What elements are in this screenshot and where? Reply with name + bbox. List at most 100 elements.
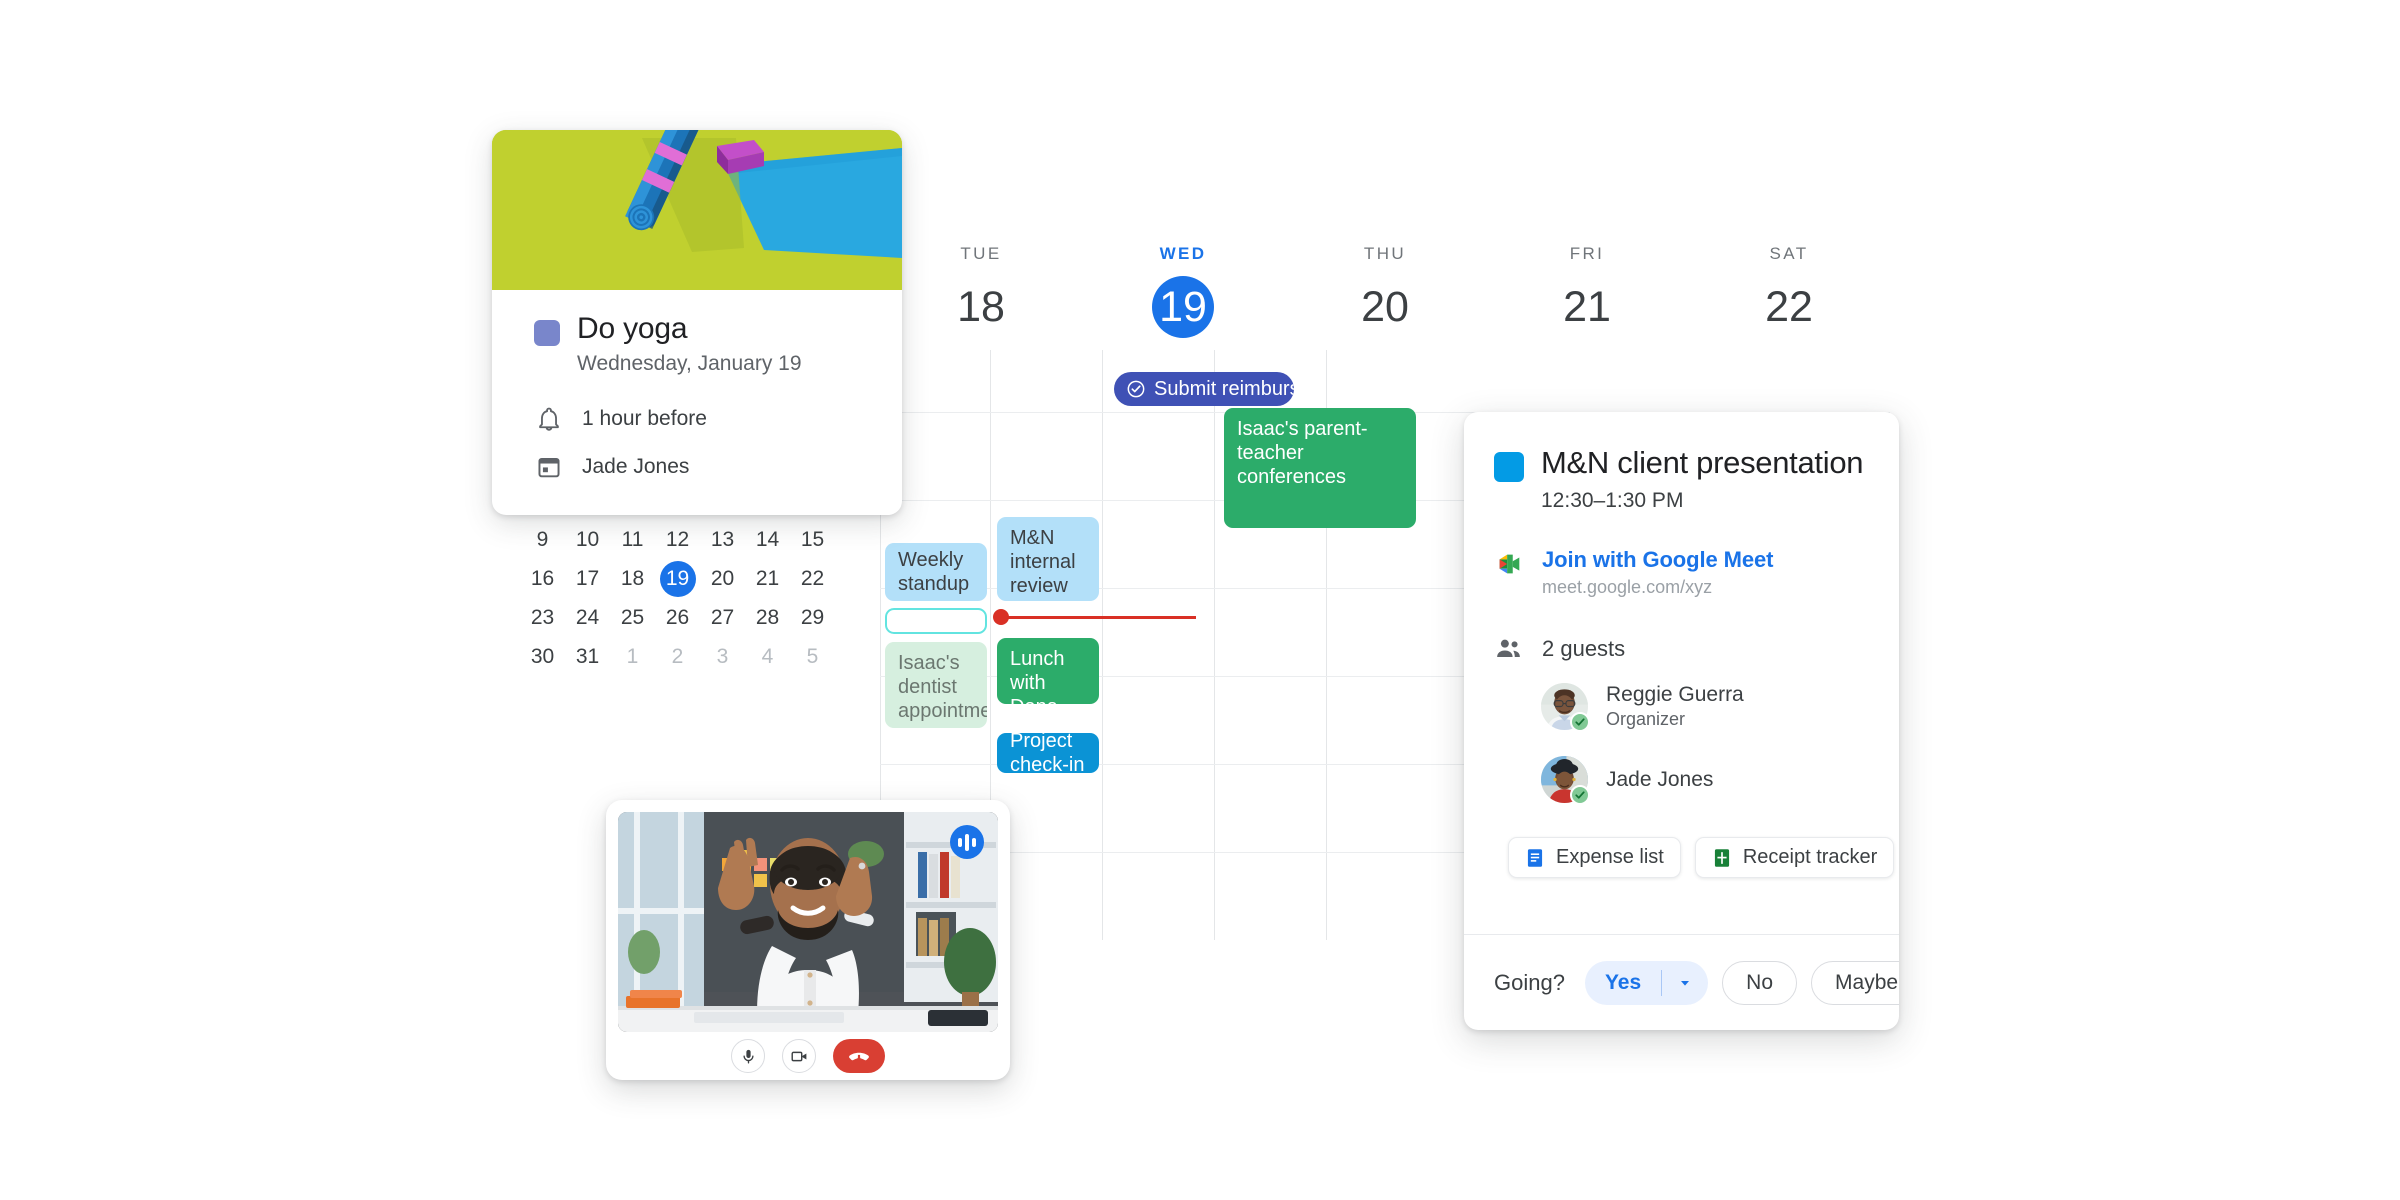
mini-day[interactable]: 13 — [700, 528, 745, 552]
mini-day[interactable]: 27 — [700, 606, 745, 630]
event-detail-card-mn-client-presentation[interactable]: M&N client presentation 12:30–1:30 PM Jo… — [1464, 412, 1899, 1030]
rsvp-footer: Going? Yes No Maybe — [1464, 934, 1899, 1030]
google-docs-icon — [1527, 848, 1543, 867]
mini-day-selected[interactable]: 19 — [655, 560, 700, 597]
mini-day-next-month[interactable]: 2 — [655, 645, 700, 669]
calendar-event-lunch-with-dana[interactable]: Lunch with Dana — [997, 638, 1099, 704]
mini-day[interactable]: 15 — [790, 528, 835, 552]
mini-day[interactable]: 11 — [610, 528, 655, 552]
day-number[interactable]: 22 — [1758, 276, 1820, 338]
attachment-chip-expense-list[interactable]: Expense list — [1508, 837, 1681, 878]
event-title: M&N internal review — [1010, 527, 1076, 597]
calendar-day-header-wed[interactable]: WED 19 — [1082, 240, 1284, 350]
calendar-event-submit-reimbursement[interactable]: Submit reimbursement — [1114, 372, 1294, 406]
chevron-down-icon — [1681, 980, 1690, 986]
calendar-day-header-fri[interactable]: FRI 21 — [1486, 240, 1688, 350]
day-number-today[interactable]: 19 — [1152, 276, 1214, 338]
event-title: Weekly standup — [898, 549, 970, 595]
video-participant-image — [618, 812, 998, 1032]
mini-day[interactable]: 21 — [745, 567, 790, 591]
bell-icon — [539, 407, 559, 431]
detail-card-body: M&N client presentation 12:30–1:30 PM Jo… — [1464, 412, 1899, 904]
attachment-label: Receipt tracker — [1742, 846, 1878, 868]
mini-day[interactable]: 17 — [565, 567, 610, 591]
join-with-google-meet-link[interactable]: Join with Google Meet — [1542, 547, 1773, 573]
mini-day-next-month[interactable]: 3 — [700, 645, 745, 669]
day-number[interactable]: 18 — [950, 276, 1012, 338]
google-meet-floating-window[interactable] — [606, 800, 1010, 1080]
guest-list-item-jade[interactable]: Jade Jones — [1541, 756, 1869, 805]
mini-day[interactable]: 16 — [520, 567, 565, 591]
yoga-event-title: Do yoga — [577, 312, 688, 345]
mini-day[interactable]: 10 — [565, 528, 610, 552]
calendar-day-header-thu[interactable]: THU 20 — [1284, 240, 1486, 350]
camera-button[interactable] — [782, 1039, 816, 1073]
mini-day[interactable]: 18 — [610, 567, 655, 591]
mini-day[interactable]: 14 — [745, 528, 790, 552]
rsvp-accepted-badge — [1570, 712, 1590, 732]
meet-link-row[interactable]: Join with Google Meet meet.google.com/xy… — [1494, 547, 1869, 598]
mini-calendar: 9 10 11 12 13 14 15 16 17 18 19 20 21 22… — [520, 520, 840, 675]
yoga-calendar-row: Jade Jones — [536, 454, 860, 480]
yoga-reminder-label: 1 hour before — [582, 407, 707, 430]
event-title: Project check-in — [1010, 733, 1085, 773]
guest-name: Jade Jones — [1606, 767, 1714, 791]
mini-day-next-month[interactable]: 4 — [745, 645, 790, 669]
mic-button[interactable] — [731, 1039, 765, 1073]
video-camera-icon — [791, 1051, 806, 1061]
guest-count-label: 2 guests — [1542, 635, 1626, 661]
calendar-event-placeholder-slot[interactable] — [885, 608, 987, 634]
mini-day[interactable]: 20 — [700, 567, 745, 591]
rsvp-accepted-badge — [1570, 785, 1590, 805]
mini-day[interactable]: 26 — [655, 606, 700, 630]
meet-controls-bar — [606, 1032, 1010, 1080]
attachment-label: Expense list — [1556, 846, 1664, 868]
yoga-mat-illustration — [492, 130, 902, 290]
mini-day[interactable]: 12 — [655, 528, 700, 552]
yoga-title-row: Do yoga — [534, 312, 860, 346]
meet-video-feed[interactable] — [618, 812, 998, 1032]
mini-day[interactable]: 9 — [520, 528, 565, 552]
mini-day[interactable]: 25 — [610, 606, 655, 630]
rsvp-maybe-button[interactable]: Maybe — [1811, 960, 1899, 1005]
day-number[interactable]: 21 — [1556, 276, 1618, 338]
calendar-event-mn-internal-review[interactable]: M&N internal review — [997, 517, 1099, 601]
calendar-event-parent-teacher-conferences[interactable]: Isaac's parent-teacher conferences — [1224, 408, 1416, 528]
calendar-event-weekly-standup[interactable]: Weekly standup — [885, 543, 987, 601]
rsvp-yes-dropdown-button[interactable] — [1662, 975, 1708, 991]
mini-day[interactable]: 23 — [520, 606, 565, 630]
calendar-event-isaac-dentist[interactable]: Isaac's dentist appointment — [885, 642, 987, 728]
rsvp-yes-group[interactable]: Yes — [1584, 960, 1709, 1005]
mini-day[interactable]: 28 — [745, 606, 790, 630]
mini-day[interactable]: 31 — [565, 645, 610, 669]
meet-audio-indicator-icon — [950, 825, 984, 859]
mini-day[interactable]: 24 — [565, 606, 610, 630]
mini-day-next-month[interactable]: 5 — [790, 645, 835, 669]
calendar-event-project-check-in[interactable]: Project check-in — [997, 733, 1099, 773]
mini-day[interactable]: 22 — [790, 567, 835, 591]
google-meet-icon — [1499, 554, 1520, 574]
meet-url-text: meet.google.com/xyz — [1542, 577, 1713, 597]
meet-link-block[interactable]: Join with Google Meet meet.google.com/xy… — [1542, 547, 1773, 598]
end-call-icon — [849, 1052, 869, 1061]
day-of-week-label: WED — [1159, 244, 1207, 263]
day-of-week-label: TUE — [960, 244, 1002, 263]
mini-day[interactable]: 30 — [520, 645, 565, 669]
calendar-day-header-sat[interactable]: SAT 22 — [1688, 240, 1890, 350]
day-number[interactable]: 20 — [1354, 276, 1416, 338]
event-detail-card-do-yoga[interactable]: Do yoga Wednesday, January 19 1 hour bef… — [492, 130, 902, 515]
hangup-button[interactable] — [833, 1039, 885, 1073]
mini-day-next-month[interactable]: 1 — [610, 645, 655, 669]
screenshot-canvas: TUE 18 WED 19 THU 20 FRI 21 SAT 22 Submi… — [0, 0, 2400, 1200]
calendar-day-header-tue[interactable]: TUE 18 — [880, 240, 1082, 350]
guest-list-item-reggie[interactable]: Reggie Guerra Organizer — [1541, 683, 1869, 732]
mini-calendar-week: 9 10 11 12 13 14 15 — [520, 520, 840, 559]
yoga-banner-illustration — [492, 130, 902, 290]
mini-day[interactable]: 29 — [790, 606, 835, 630]
rsvp-yes-button[interactable]: Yes — [1585, 971, 1661, 995]
rsvp-prompt-label: Going? — [1494, 969, 1565, 995]
attachment-chip-receipt-tracker[interactable]: Receipt tracker — [1694, 837, 1895, 878]
yoga-card-body: Do yoga Wednesday, January 19 1 hour bef… — [492, 290, 902, 480]
mini-calendar-week: 23 24 25 26 27 28 29 — [520, 598, 840, 637]
rsvp-no-button[interactable]: No — [1722, 960, 1798, 1005]
